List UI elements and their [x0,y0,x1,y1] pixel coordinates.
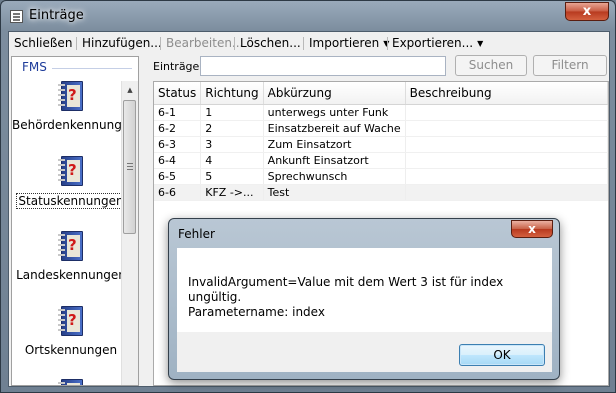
sidebar-item-label: Ortskennungen [24,343,118,357]
column-header-abkuerzung[interactable]: Abkürzung [263,82,406,105]
entries-label: Einträge: [153,60,204,73]
address-book-icon: ? [58,306,84,336]
error-message-line: Parametername: index [188,305,325,319]
table-header-row: Status Richtung Abkürzung Beschreibung [154,82,609,105]
menu-bar: Schließen Hinzufügen... Bearbeiten... Lö… [9,32,609,54]
filter-button[interactable]: Filtern [533,55,607,76]
table-cell: 6-1 [154,104,202,121]
table-row[interactable]: 6-4 4 Ankunft Einsatzort [154,152,609,169]
scroll-up-arrow-icon[interactable]: ▲ [122,82,138,98]
error-message-line: InvalidArgument=Value mit dem Wert 3 ist… [188,275,504,304]
menu-separator [160,37,161,50]
table-cell: 4 [200,152,264,169]
table-cell: 5 [200,168,264,185]
error-message: InvalidArgument=Value mit dem Wert 3 ist… [188,275,552,320]
table-cell: Sprechwunsch [263,168,406,185]
table-cell [405,104,609,121]
sidebar-item-landeskennungen[interactable]: ? Landeskennungen [12,231,130,282]
grip-icon [127,163,133,171]
sidebar-item-label: Behördenkennungen [12,118,137,132]
dialog-body: InvalidArgument=Value mit dem Wert 3 ist… [177,248,552,332]
table-cell: KFZ ->... [200,184,264,201]
sidebar-item-statuskennungen[interactable]: ? Statuskennungen [12,156,130,209]
error-dialog: Fehler x InvalidArgument=Value mit dem W… [168,218,560,380]
table-cell: Zum Einsatzort [263,136,406,153]
menu-delete[interactable]: Löschen... [240,36,301,50]
column-header-status[interactable]: Status [154,82,202,105]
sidebar-header-divider [52,68,132,69]
sidebar-item-behoerdenkennungen[interactable]: ? Behördenkennungen [12,81,137,132]
table-cell: 6-3 [154,136,202,153]
dialog-close-button[interactable]: x [511,220,553,238]
table-cell: Test [263,184,406,201]
ok-button[interactable]: OK [459,344,545,366]
table-cell: unterwegs unter Funk [263,104,406,121]
menu-separator [303,37,304,50]
dialog-title: Fehler [178,227,215,241]
menu-import-label: Importieren [309,36,380,50]
table-row[interactable]: 6-2 2 Einsatzbereit auf Wache [154,120,609,137]
menu-separator [76,37,77,50]
menu-separator [234,37,235,50]
address-book-icon: ? [58,231,84,261]
app-icon [10,10,23,23]
table-cell: 6-6 [154,184,202,201]
address-book-icon: ? [58,379,84,385]
table-row[interactable]: 6-3 3 Zum Einsatzort [154,136,609,153]
table-cell: 3 [200,136,264,153]
table-cell: 6-5 [154,168,202,185]
window-title: Einträge [29,8,84,23]
scrollbar-thumb[interactable] [123,100,136,234]
table-row[interactable]: 6-6 KFZ ->... Test [154,184,609,201]
menu-export-label: Exportieren... [392,36,474,50]
table-cell [405,184,609,201]
table-row[interactable]: 6-5 5 Sprechwunsch [154,168,609,185]
menu-import[interactable]: Importieren▼ [309,36,389,50]
sidebar-item-label: Statuskennungen [16,193,126,209]
table-cell: 2 [200,120,264,137]
table-row[interactable]: 6-1 1 unterwegs unter Funk [154,104,609,121]
dialog-footer: OK [177,332,552,372]
search-button[interactable]: Suchen [455,55,527,76]
table-cell [405,136,609,153]
table-cell [405,168,609,185]
title-bar[interactable]: Einträge x [1,1,615,31]
sidebar-scrollbar[interactable]: ▲ ▼ [121,81,138,385]
sidebar: FMS ? Behördenkennungen ? Statuskennunge… [11,56,139,386]
table-cell: Einsatzbereit auf Wache [263,120,406,137]
menu-edit[interactable]: Bearbeiten... [166,36,243,50]
window-close-button[interactable]: x [565,2,609,21]
table-cell [405,120,609,137]
menu-add[interactable]: Hinzufügen... [82,36,162,50]
table-cell: 6-4 [154,152,202,169]
address-book-icon: ? [58,156,84,186]
menu-separator [387,37,388,50]
sidebar-item-ortskennungen[interactable]: ? Ortskennungen [12,306,130,357]
menu-close[interactable]: Schließen [14,36,72,50]
column-header-richtung[interactable]: Richtung [200,82,264,105]
column-header-beschreibung[interactable]: Beschreibung [405,82,609,105]
menu-export[interactable]: Exportieren... ▼ [392,36,483,50]
table-cell: 6-2 [154,120,202,137]
sidebar-group-header: FMS [22,60,47,74]
sidebar-item-label: Landeskennungen [16,268,126,282]
sidebar-item-partial[interactable]: ? [12,379,130,385]
address-book-icon: ? [58,81,84,111]
dropdown-arrow-icon: ▼ [477,39,484,48]
table-cell: Ankunft Einsatzort [263,152,406,169]
entries-search-input[interactable] [200,56,446,76]
table-cell [405,152,609,169]
table-cell: 1 [200,104,264,121]
